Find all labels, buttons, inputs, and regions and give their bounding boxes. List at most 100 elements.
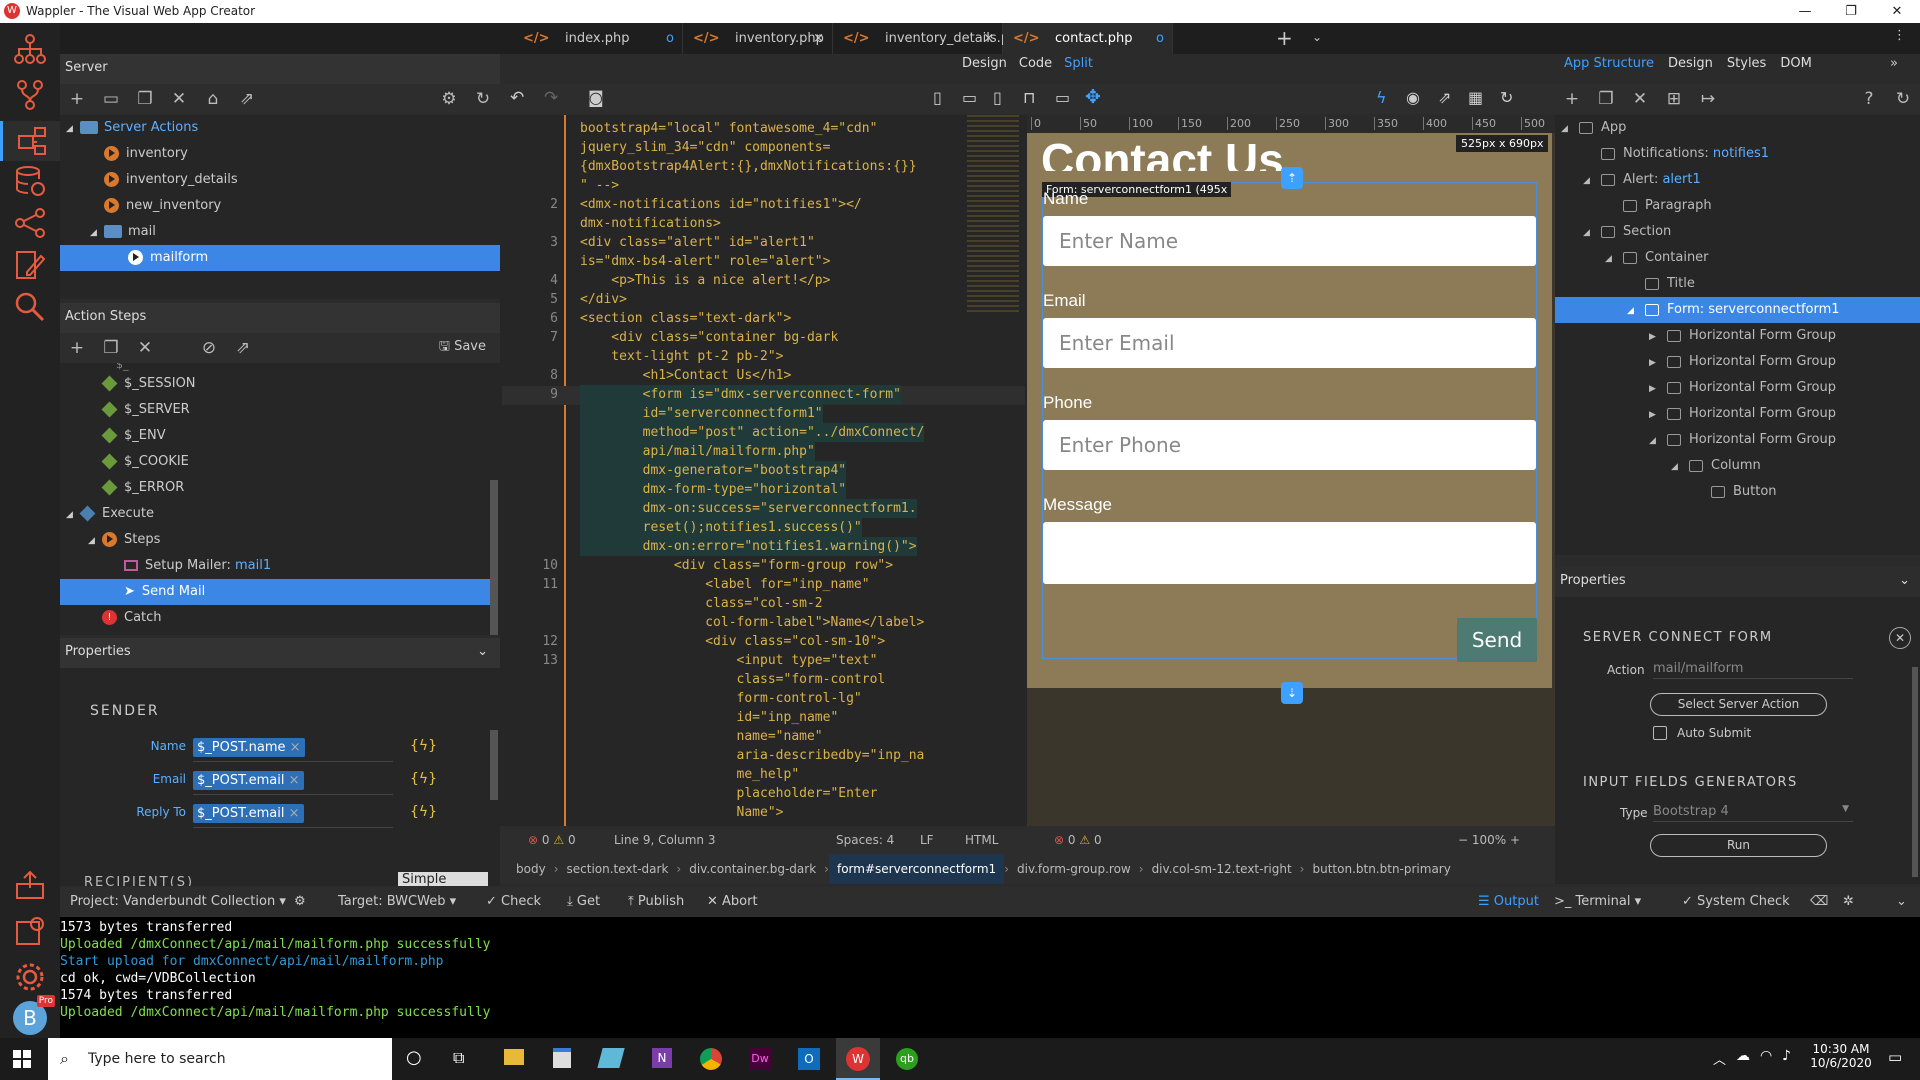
debug-bug-icon[interactable]: ✲ [1843,887,1854,917]
action-step-item[interactable]: ! Catch [60,605,500,631]
move-component-icon[interactable]: ↦ [1691,89,1725,109]
doc-tab-index-php[interactable]: </> index.php o [513,23,683,54]
tablet-view-icon[interactable]: ▯ [993,88,1002,107]
task-view-icon[interactable]: ⧉ [453,1048,464,1068]
app-structure-item[interactable]: ▶ Horizontal Form Group [1555,401,1920,427]
app-structure-item[interactable]: Button [1555,479,1920,505]
file-explorer-icon[interactable] [504,1049,524,1065]
expand-caret-icon[interactable]: ▶ [1649,402,1667,428]
action-step-item[interactable]: Setup Mailer: mail1 [60,553,500,579]
dreamweaver-icon[interactable]: Dw [749,1048,771,1070]
breadcrumb-item[interactable]: form#serverconnectform1 [828,854,1005,884]
redo-icon[interactable]: ↷ [544,88,558,108]
resize-bottom-handle-icon[interactable]: ⇣ [1281,682,1303,704]
breadcrumb-item[interactable]: div.form-group.row [1009,854,1139,884]
volume-icon[interactable]: ♪ [1782,1048,1791,1064]
action-step-item[interactable]: $_ENV [60,423,500,449]
new-folder-icon[interactable]: ▭ [94,89,128,109]
unsaved-dot-icon[interactable]: o [666,23,674,54]
server-tree-item[interactable]: ◢ mail [60,219,500,245]
export-step-icon[interactable]: ⇗ [226,338,260,358]
app-structure-item[interactable]: ◢ Alert: alert1 [1555,167,1920,193]
zoom-control[interactable]: − 100% + [1458,826,1520,854]
dynamic-data-picker-icon[interactable]: {ϟ} [410,771,437,787]
line-ending[interactable]: LF [920,826,934,854]
disable-step-icon[interactable]: ⊘ [192,338,226,358]
add-icon[interactable]: + [60,89,94,109]
sender-field-input[interactable]: $_POST.email × [193,802,393,828]
send-button[interactable]: Send [1457,618,1537,662]
expand-caret-icon[interactable]: ◢ [88,528,102,554]
app-structure-item[interactable]: ◢ Column [1555,453,1920,479]
breadcrumb-item[interactable]: section.text-dark [559,854,677,884]
page-canvas[interactable]: Contact Us Form: serverconnectform1 (495… [1027,133,1552,688]
sender-value-pill[interactable]: $_POST.email × [193,804,304,823]
app-structure-item[interactable]: ◢ Section [1555,219,1920,245]
wifi-icon[interactable]: ◠ [1760,1048,1772,1064]
search-icon[interactable] [10,287,50,327]
remove-pill-icon[interactable]: × [284,773,300,788]
delete-component-icon[interactable]: ✕ [1623,89,1657,109]
open-browser-icon[interactable]: ⇗ [1438,88,1451,107]
save-button[interactable]: 🖫 Save [439,337,500,359]
code-minimap[interactable] [967,115,1019,315]
select-server-action-button[interactable]: Select Server Action [1650,693,1827,716]
clear-output-eraser-icon[interactable]: ⌫ [1810,887,1828,917]
app-structure-item[interactable]: ◢ Form: serverconnectform1 [1555,297,1920,323]
expand-caret-icon[interactable]: ◢ [1583,168,1601,194]
collapse-output-chevron-icon[interactable]: ⌄ [1896,887,1907,917]
terminal-tab[interactable]: >_ Terminal ▾ [1554,887,1641,917]
cursor-position[interactable]: Line 9, Column 3 [614,826,716,854]
project-icon[interactable] [10,911,50,951]
structure-refresh-icon[interactable]: ↻ [1886,89,1920,109]
delete-step-icon[interactable]: ✕ [128,338,162,358]
view-tab-split[interactable]: Split [1064,56,1093,71]
qr-code-icon[interactable]: ▦ [1468,88,1483,107]
doc-tab-inventory_details-php[interactable]: </> inventory_details.php × [833,23,1026,54]
get-button[interactable]: ⤓ Get [567,887,600,917]
collapse-panel-icon[interactable]: » [1890,56,1898,71]
app-structure-item[interactable]: ▶ Horizontal Form Group [1555,323,1920,349]
server-tree-item[interactable]: mailform [60,245,500,271]
app-structure-icon[interactable] [10,29,50,69]
desktop-view-icon[interactable]: ▭ [1055,88,1070,107]
language-mode[interactable]: HTML [965,826,998,854]
open-folder-icon[interactable]: ⌂ [196,89,230,109]
tray-chevron-icon[interactable]: ︿ [1713,1049,1726,1068]
right-tab-design[interactable]: Design [1668,56,1713,71]
expand-caret-icon[interactable]: ◢ [1605,246,1623,272]
user-avatar[interactable]: B Pro [10,995,55,1038]
expand-caret-icon[interactable]: ◢ [1561,116,1579,142]
steps-scrollbar[interactable] [490,480,498,635]
output-tab[interactable]: ☰ Output [1478,887,1539,917]
expand-caret-icon[interactable]: ◢ [1649,428,1667,454]
expand-caret-icon[interactable]: ▶ [1649,324,1667,350]
properties-collapse-chevron-icon[interactable]: ⌄ [477,638,488,666]
expand-caret-icon[interactable]: ◢ [66,116,80,142]
settings-gear-icon[interactable] [10,957,50,997]
remove-pill-icon[interactable]: × [286,740,301,755]
refresh-icon[interactable]: ↻ [466,89,500,109]
indent-setting[interactable]: Spaces: 4 [836,826,894,854]
screenshot-camera-icon[interactable]: ◙ [588,88,604,107]
right-tab-styles[interactable]: Styles [1727,56,1766,71]
preview-eye-icon[interactable]: ◉ [1406,88,1420,107]
breadcrumb-item[interactable]: button.btn.btn-primary [1304,854,1458,884]
server-connect-icon[interactable] [0,121,60,161]
dynamic-data-picker-icon[interactable]: {ϟ} [410,738,437,754]
fit-view-icon[interactable]: ✥ [1085,86,1101,108]
auto-submit-checkbox[interactable] [1653,726,1667,740]
action-input[interactable]: mail/mailform [1653,661,1853,679]
close-tab-icon[interactable]: × [983,23,994,54]
expand-caret-icon[interactable]: ◢ [1627,298,1645,324]
publish-icon[interactable] [10,865,50,905]
maximize-button[interactable]: ❐ [1828,0,1874,23]
output-console[interactable]: 1573 bytes transferred Uploaded /dmxConne… [60,917,1920,1038]
export-icon[interactable]: ⇗ [230,89,264,109]
right-properties-collapse-icon[interactable]: ⌄ [1899,567,1910,595]
sender-field-input[interactable]: $_POST.email × [193,769,393,795]
app-structure-item[interactable]: ◢ Container [1555,245,1920,271]
mobile-view-icon[interactable]: ▯ [933,88,942,107]
code-problems[interactable]: ⊗ 0 ⚠ 0 [528,826,576,854]
check-button[interactable]: ✓ Check [486,887,541,917]
